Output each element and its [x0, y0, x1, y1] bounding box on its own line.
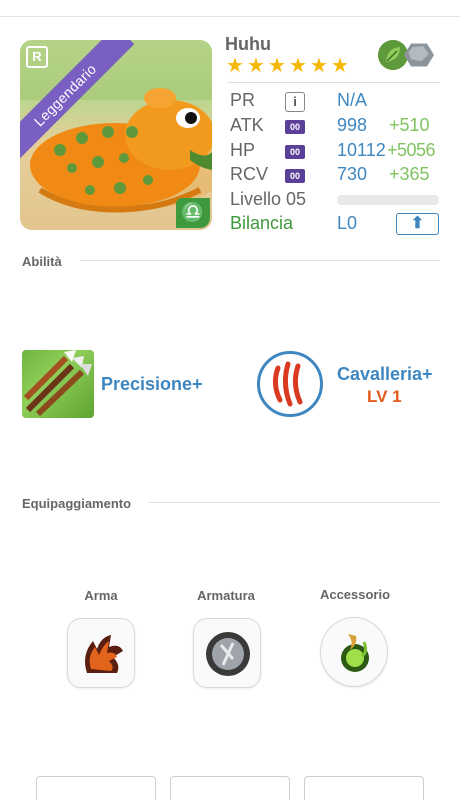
- claw-weapon-icon: [85, 635, 123, 673]
- weapon-label: Arma: [84, 588, 118, 603]
- abilities-title: Abilità: [22, 254, 62, 269]
- rcv-chip: 00: [285, 169, 305, 183]
- zodiac-libra-icon: ♎: [176, 198, 210, 228]
- abilities-divider: [80, 260, 440, 261]
- atk-label: ATK: [230, 115, 264, 135]
- skill-cavalry-level: LV 1: [367, 387, 402, 406]
- level-label: Livello 05: [230, 189, 307, 209]
- arrows-icon: [23, 350, 92, 417]
- hero-name: Huhu: [225, 34, 271, 54]
- hp-chip: 00: [285, 145, 305, 159]
- atk-bonus: +510: [389, 115, 430, 135]
- bottom-button-3[interactable]: [304, 776, 424, 800]
- skill-cavalry-icon[interactable]: [257, 351, 323, 417]
- claw-marks-icon: [272, 361, 303, 407]
- shield-armor-icon: [206, 632, 250, 676]
- hp-bonus: +5056: [387, 140, 436, 160]
- atk-chip: 00: [285, 120, 305, 134]
- green-orb-accessory-icon: [341, 634, 369, 672]
- zodiac-level: L0: [337, 213, 358, 233]
- level-progress-bar: [337, 195, 439, 205]
- pr-label: PR: [230, 90, 256, 110]
- atk-value: 998: [337, 115, 368, 135]
- zodiac-name: Bilancia: [230, 213, 294, 233]
- accessory-slot[interactable]: [320, 617, 388, 687]
- star-icon: ★: [226, 55, 244, 77]
- skill-cavalry-name: Cavalleria+: [337, 364, 433, 384]
- armor-slot[interactable]: [193, 618, 261, 688]
- bottom-button-2[interactable]: [170, 776, 290, 800]
- star-icon: ★: [289, 55, 307, 77]
- hero-portrait[interactable]: Leggendario R ♎: [20, 40, 212, 230]
- accessory-label: Accessorio: [319, 587, 391, 602]
- star-icon: ★: [268, 55, 286, 77]
- name-divider: [228, 82, 440, 83]
- bottom-button-1[interactable]: [36, 776, 156, 800]
- rcv-bonus: +365: [389, 164, 430, 184]
- armor-label: Armatura: [197, 588, 255, 603]
- equipment-title: Equipaggiamento: [22, 496, 132, 511]
- pr-value: N/A: [337, 90, 368, 110]
- rcv-value: 730: [337, 164, 368, 184]
- star-rating: ★ ★ ★ ★ ★ ★: [226, 55, 350, 77]
- rank-badge: R: [26, 46, 48, 68]
- star-icon: ★: [310, 55, 328, 77]
- info-icon[interactable]: i: [285, 92, 305, 112]
- hp-value: 10112: [337, 140, 386, 160]
- weapon-slot[interactable]: [67, 618, 135, 688]
- rcv-label: RCV: [230, 164, 269, 184]
- skill-precision-name: Precisione+: [101, 374, 203, 394]
- skill-precision-icon[interactable]: [22, 350, 94, 418]
- upgrade-button[interactable]: ⬆: [396, 213, 439, 235]
- element-badges: [378, 40, 434, 70]
- star-icon: ★: [331, 55, 349, 77]
- equipment-divider: [148, 502, 440, 503]
- rock-icon: [404, 43, 434, 67]
- arrow-up-icon: ⬆: [410, 215, 425, 232]
- top-divider: [0, 16, 460, 17]
- hp-label: HP: [230, 140, 256, 160]
- star-icon: ★: [247, 55, 265, 77]
